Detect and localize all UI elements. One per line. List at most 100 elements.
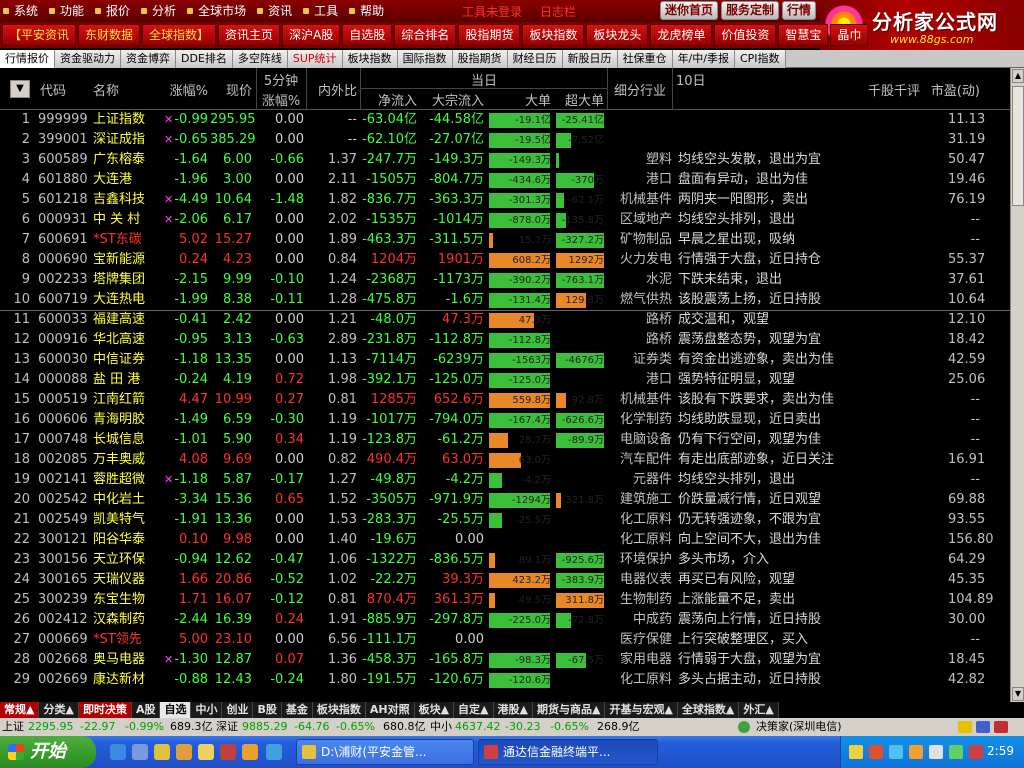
stock-name[interactable]: 中化岩土: [93, 490, 163, 510]
menu-item-1[interactable]: 功能: [46, 0, 92, 22]
toolbar-button-7[interactable]: 股指期货: [458, 24, 521, 46]
stock-code[interactable]: 000748: [38, 430, 88, 450]
toolbar-button-8[interactable]: 板块指数: [522, 24, 585, 46]
stock-name[interactable]: 宝新能源: [93, 250, 163, 270]
table-row[interactable]: 16 000606 青海明胶 -1.49 6.59 -0.30 1.19 -1017万 -794…: [0, 410, 1010, 430]
taskbar-window-explorer[interactable]: D:\浦财(平安金管...: [296, 739, 474, 765]
stock-code[interactable]: 300121: [38, 530, 88, 550]
stock-code[interactable]: 002412: [38, 610, 88, 630]
table-row[interactable]: 8 000690 宝新能源 0.24 4.23 0.00 0.84 1204万 1901万 608…: [0, 250, 1010, 270]
app-icon[interactable]: [220, 744, 236, 760]
stock-name[interactable]: 福建高速: [93, 310, 163, 330]
category-tab-4[interactable]: 自选: [160, 702, 192, 718]
tray-app-icon[interactable]: [869, 745, 883, 759]
header-5min[interactable]: 5分钟: [258, 70, 304, 89]
stock-name[interactable]: 汉森制药: [93, 610, 163, 630]
stock-name[interactable]: 深证成指: [93, 130, 163, 150]
tab-6[interactable]: 板块指数: [342, 50, 398, 68]
tray-ime-icon[interactable]: [849, 745, 863, 759]
stock-name[interactable]: 天立环保: [93, 550, 163, 570]
menu-item-4[interactable]: 全球市场: [184, 0, 254, 22]
tray-status-icon[interactable]: [949, 745, 963, 759]
category-tab-1[interactable]: 分类▲: [39, 702, 79, 718]
stock-name[interactable]: 大连热电: [93, 290, 163, 310]
header-block-inflow[interactable]: 大宗流入: [420, 90, 484, 109]
category-tab-2[interactable]: 即时决策: [78, 702, 132, 718]
log-bar[interactable]: 日志栏: [540, 5, 576, 19]
table-row[interactable]: 15 000519 江南红箭 4.47 10.99 0.27 0.81 1285万 652.6万…: [0, 390, 1010, 410]
menu-item-6[interactable]: 工具: [300, 0, 346, 22]
category-tab-13[interactable]: 港股▲: [493, 702, 533, 718]
header-name[interactable]: 名称: [93, 80, 119, 99]
stock-name[interactable]: 吉鑫科技: [93, 190, 163, 210]
stock-name[interactable]: 塔牌集团: [93, 270, 163, 290]
stock-name[interactable]: 凯美特气: [93, 510, 163, 530]
stock-code[interactable]: 399001: [38, 130, 88, 150]
quicklaunch-icon[interactable]: [154, 744, 170, 760]
stock-name[interactable]: 蓉胜超微: [93, 470, 163, 490]
stock-name[interactable]: *ST领先: [93, 630, 163, 650]
table-row[interactable]: 3 600589 广东榕泰 -1.64 6.00 -0.66 1.37 -247.7万 -149…: [0, 150, 1010, 170]
category-tab-12[interactable]: 自定▲: [454, 702, 494, 718]
header-price[interactable]: 现价: [210, 80, 252, 99]
category-tab-11[interactable]: 板块▲: [414, 702, 455, 718]
header-big-order[interactable]: 大单: [489, 90, 551, 109]
toolbar-button-1[interactable]: 东财数据: [78, 24, 141, 46]
toolbar-button-2[interactable]: 全球指数】: [142, 24, 217, 46]
stock-code[interactable]: 002668: [38, 650, 88, 670]
stock-name[interactable]: 上证指数: [93, 110, 163, 130]
stock-code[interactable]: 601880: [38, 170, 88, 190]
server-name[interactable]: 决策家(深圳电信): [756, 718, 842, 736]
table-row[interactable]: 21 002549 凯美特气 -1.91 13.36 0.00 1.53 -283.3万 -25…: [0, 510, 1010, 530]
table-row[interactable]: 11 600033 福建高速 -0.41 2.42 0.00 1.21 -48.0万 47.3万…: [0, 310, 1010, 330]
info-icon[interactable]: [994, 721, 1008, 733]
stock-code[interactable]: 002542: [38, 490, 88, 510]
tab-5[interactable]: SUP统计: [287, 50, 343, 68]
stock-name[interactable]: 华北高速: [93, 330, 163, 350]
toolbar-button-3[interactable]: 资讯主页: [218, 24, 281, 46]
table-row[interactable]: 28 002668 奥马电器 ✕ -1.30 12.87 0.07 1.36 -458.3万 -1…: [0, 650, 1010, 670]
category-tab-14[interactable]: 期货与商品▲: [532, 702, 606, 718]
tab-8[interactable]: 股指期货: [452, 50, 508, 68]
header-ratio[interactable]: 内外比: [310, 80, 357, 99]
tab-3[interactable]: DDE排名: [176, 50, 233, 68]
table-row[interactable]: 29 002669 康达新材 -0.88 12.43 -0.24 1.80 -191.5万 -1…: [0, 670, 1010, 690]
tab-12[interactable]: 年/中/季报: [672, 50, 735, 68]
desktop-icon[interactable]: [132, 744, 148, 760]
table-row[interactable]: 23 300156 天立环保 -0.94 12.62 -0.47 1.06 -1322万 -83…: [0, 550, 1010, 570]
stock-code[interactable]: 999999: [38, 110, 88, 130]
stock-name[interactable]: 康达新材: [93, 670, 163, 690]
table-row[interactable]: 5 601218 吉鑫科技 ✕ -4.49 10.64 -1.48 1.82 -836.7万 -3…: [0, 190, 1010, 210]
menu-item-5[interactable]: 资讯: [254, 0, 300, 22]
category-tab-5[interactable]: 中小: [191, 702, 223, 718]
stock-code[interactable]: 000916: [38, 330, 88, 350]
header-5min-change[interactable]: 涨幅%: [258, 90, 304, 109]
stock-code[interactable]: 000519: [38, 390, 88, 410]
toolbar-button-11[interactable]: 价值投资: [714, 24, 777, 46]
tray-security-icon[interactable]: [909, 745, 923, 759]
tab-4[interactable]: 多空阵线: [232, 50, 288, 68]
stock-name[interactable]: *ST东碳: [93, 230, 163, 250]
mini-home-button[interactable]: 迷你首页: [660, 1, 719, 20]
toolbar-button-6[interactable]: 综合排名: [394, 24, 457, 46]
stock-code[interactable]: 002233: [38, 270, 88, 290]
table-row[interactable]: 2 399001 深证成指 ✕ -0.65 385.29 0.00 -- -62.10亿 -27.…: [0, 130, 1010, 150]
category-tab-16[interactable]: 全球指数▲: [677, 702, 740, 718]
stock-code[interactable]: 300156: [38, 550, 88, 570]
table-row[interactable]: 20 002542 中化岩土 -3.34 15.36 0.65 1.52 -3505万 -971…: [0, 490, 1010, 510]
tab-13[interactable]: CPI指数: [734, 50, 786, 68]
tray-volume-icon[interactable]: [929, 745, 943, 759]
stock-code[interactable]: 600033: [38, 310, 88, 330]
table-row[interactable]: 22 300121 阳谷华泰 0.10 9.98 0.00 1.40 -19.6万 0.00 化工…: [0, 530, 1010, 550]
table-row[interactable]: 7 600691 *ST东碳 5.02 15.27 0.00 1.89 -463.3万 -311…: [0, 230, 1010, 250]
stock-name[interactable]: 东宝生物: [93, 590, 163, 610]
scroll-up-icon[interactable]: ▲: [1012, 69, 1024, 83]
stock-name[interactable]: 长城信息: [93, 430, 163, 450]
tab-1[interactable]: 资金驱动力: [55, 50, 121, 68]
tray-network-icon[interactable]: [889, 745, 903, 759]
tab-0[interactable]: 行情报价: [0, 50, 55, 68]
stock-name[interactable]: 奥马电器: [93, 650, 163, 670]
category-tab-0[interactable]: 常规▲: [0, 702, 40, 718]
clock[interactable]: 2:59: [987, 744, 1014, 758]
category-tab-9[interactable]: 板块指数: [312, 702, 366, 718]
